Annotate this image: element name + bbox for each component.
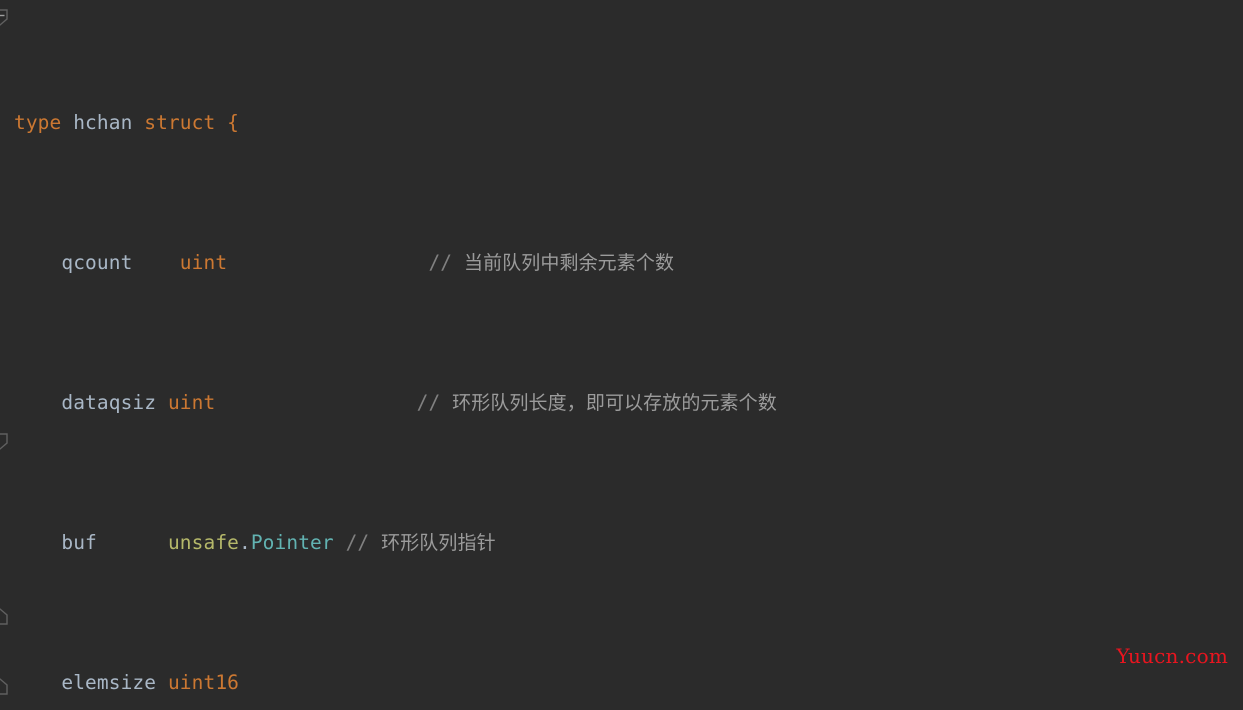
dot-operator: . [239,531,251,554]
code-line-1: type hchan struct { [0,105,1243,140]
keyword-struct: struct [144,111,216,134]
comment-slashes: // [428,251,464,274]
comment-buf: // 环形队列指针 [346,531,496,554]
package-unsafe: unsafe [167,531,239,554]
code-line-3: dataqsiz uint // 环形队列长度，即可以存放的元素个数 [0,385,1243,420]
comment-slashes: // [416,391,453,414]
open-brace: { [227,111,239,134]
type-uint: uint [179,251,228,274]
comment-slashes: // [345,531,382,554]
comment-text: 当前队列中剩余元素个数 [463,252,675,274]
code-line-2: qcount uint // 当前队列中剩余元素个数 [0,245,1243,280]
comment-text: 环形队列指针 [381,532,496,554]
field-elemsize: elemsize [61,671,157,694]
comment-dataqsiz: // 环形队列长度，即可以存放的元素个数 [417,391,777,414]
field-dataqsiz: dataqsiz [61,391,157,414]
field-qcount: qcount [61,251,133,274]
comment-qcount: // 当前队列中剩余元素个数 [428,251,674,274]
code-line-4: buf unsafe.Pointer // 环形队列指针 [0,525,1243,560]
struct-name: hchan [73,111,133,134]
comment-text: 环形队列长度，即可以存放的元素个数 [452,392,777,414]
code-editor[interactable]: type hchan struct { qcount uint // 当前队列中… [0,0,1243,710]
field-buf: buf [61,531,97,554]
type-pointer: Pointer [250,531,334,554]
keyword-type: type [14,111,62,134]
type-uint16: uint16 [167,671,239,694]
code-line-5: elemsize uint16 [0,665,1243,700]
code-content[interactable]: type hchan struct { qcount uint // 当前队列中… [0,0,1243,710]
type-uint: uint [167,391,216,414]
watermark: Yuucn.com [1116,644,1228,668]
